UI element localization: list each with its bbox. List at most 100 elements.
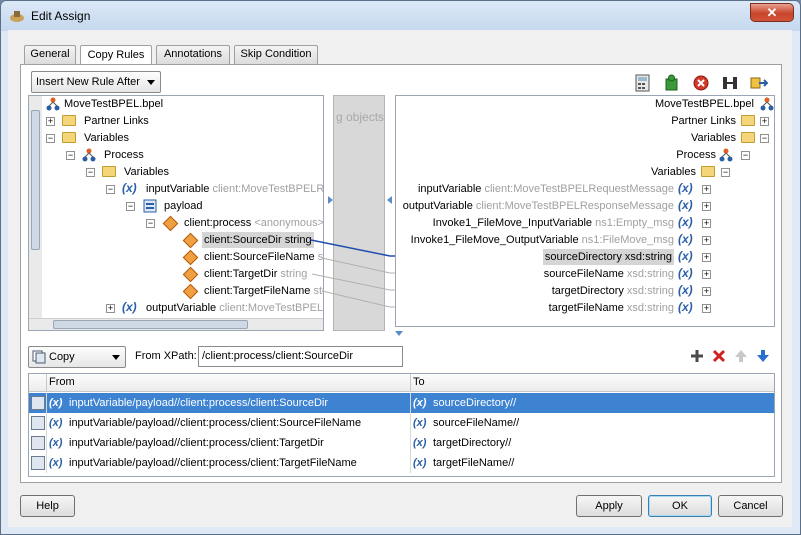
src-process[interactable]: Process (104, 147, 144, 163)
src-variables[interactable]: Variables (84, 130, 129, 146)
copy-operation-select[interactable]: Copy (28, 346, 126, 368)
collapse-icon[interactable]: − (760, 134, 769, 143)
tgt-output-variable[interactable]: outputVariable client:MoveTestBPELRespon… (403, 198, 674, 214)
folder-icon (62, 132, 76, 143)
collapse-icon[interactable]: − (741, 151, 750, 160)
mapping-canvas[interactable]: g objects (328, 95, 392, 331)
connect-icon[interactable] (721, 74, 739, 92)
tab-skip-condition[interactable]: Skip Condition (234, 45, 318, 64)
expand-icon[interactable]: + (702, 219, 711, 228)
src-process-variables[interactable]: Variables (124, 164, 169, 180)
tgt-partner-links[interactable]: Partner Links (671, 113, 736, 129)
table-row[interactable]: (x) inputVariable/payload//client:proces… (29, 433, 774, 453)
source-tree[interactable]: MoveTestBPEL.bpel + Partner Links − Vari… (28, 95, 324, 331)
row-from: inputVariable/payload//client:process/cl… (69, 437, 324, 449)
scroll-thumb[interactable] (31, 110, 40, 250)
move-down-icon[interactable] (755, 348, 771, 364)
puzzle-icon[interactable] (663, 74, 681, 92)
folder-icon (102, 166, 116, 177)
ok-button[interactable]: OK (648, 495, 712, 517)
expand-icon[interactable]: + (46, 117, 55, 126)
src-source-file-name[interactable]: client:SourceFileName str (204, 249, 323, 265)
tgt-input-variable[interactable]: inputVariable client:MoveTestBPELRequest… (418, 181, 674, 197)
src-input-variable[interactable]: inputVariable client:MoveTestBPELRe (146, 181, 323, 197)
src-target-dir[interactable]: client:TargetDir string (204, 266, 307, 282)
expand-icon[interactable]: + (702, 304, 711, 313)
add-icon[interactable] (689, 348, 705, 364)
table-row[interactable]: (x) inputVariable/payload//client:proces… (29, 413, 774, 433)
close-button[interactable]: ✕ (750, 3, 794, 22)
tgt-source-file-name[interactable]: sourceFileName xsd:string (544, 266, 674, 282)
tgt-source-directory[interactable]: sourceDirectory xsd:string (542, 249, 674, 265)
src-partner-links[interactable]: Partner Links (84, 113, 149, 129)
source-tree-hscroll[interactable] (29, 318, 323, 330)
copy-rules-table[interactable]: From To (x) inputVariable/payload//clien… (28, 373, 775, 477)
collapse-icon[interactable]: − (86, 168, 95, 177)
tgt-target-file-name[interactable]: targetFileName xsd:string (549, 300, 674, 316)
window-title: Edit Assign (31, 9, 91, 23)
collapse-icon[interactable]: − (721, 168, 730, 177)
remove-icon[interactable] (711, 348, 727, 364)
calculator-icon[interactable] (634, 74, 652, 92)
variable-icon: (x) (413, 397, 427, 409)
expand-icon[interactable]: + (702, 287, 711, 296)
swap-icon[interactable] (750, 74, 768, 92)
variable-icon: (x) (122, 181, 137, 195)
delete-icon[interactable] (692, 74, 710, 92)
tgt-process[interactable]: Process (676, 147, 716, 163)
element-icon (182, 266, 199, 283)
rule-insert-select[interactable]: Insert New Rule After (31, 71, 161, 93)
expand-icon[interactable]: + (702, 270, 711, 279)
expand-icon[interactable]: + (702, 236, 711, 245)
collapse-down-icon[interactable] (395, 331, 403, 336)
tab-copy-rules[interactable]: Copy Rules (80, 45, 152, 65)
column-from[interactable]: From (49, 376, 75, 388)
tab-general[interactable]: General (24, 45, 76, 64)
element-icon (182, 232, 199, 249)
expand-icon[interactable]: + (702, 185, 711, 194)
folder-icon (741, 132, 755, 143)
target-tree[interactable]: MoveTestBPEL.bpel Partner Links + Variab… (395, 95, 775, 327)
expand-icon[interactable]: + (760, 117, 769, 126)
collapse-icon[interactable]: − (146, 219, 155, 228)
expand-icon[interactable]: + (106, 304, 115, 313)
expand-icon[interactable]: + (702, 253, 711, 262)
scroll-thumb[interactable] (53, 320, 248, 329)
variable-icon: (x) (122, 300, 137, 314)
source-tree-vscroll[interactable] (29, 96, 42, 318)
from-xpath-input[interactable]: /client:process/client:SourceDir (198, 346, 403, 367)
variable-icon: (x) (678, 266, 693, 280)
tgt-root-label[interactable]: MoveTestBPEL.bpel (655, 96, 754, 112)
collapse-icon[interactable]: − (126, 202, 135, 211)
src-root-label[interactable]: MoveTestBPEL.bpel (64, 96, 163, 112)
tgt-invoke-output[interactable]: Invoke1_FileMove_OutputVariable ns1:File… (411, 232, 674, 248)
tgt-target-directory[interactable]: targetDirectory xsd:string (552, 283, 674, 299)
collapse-icon[interactable]: − (106, 185, 115, 194)
column-to[interactable]: To (413, 376, 425, 388)
collapse-icon[interactable]: − (66, 151, 75, 160)
table-row[interactable]: (x) inputVariable/payload//client:proces… (29, 453, 774, 473)
help-button[interactable]: Help (20, 495, 75, 517)
src-source-dir[interactable]: client:SourceDir string (202, 232, 314, 248)
variable-icon: (x) (49, 417, 63, 429)
move-up-icon[interactable] (733, 348, 749, 364)
src-payload[interactable]: payload (164, 198, 203, 214)
variable-icon: (x) (678, 300, 693, 314)
copy-operation-value: Copy (49, 351, 75, 363)
cancel-button[interactable]: Cancel (718, 495, 783, 517)
tgt-invoke-input[interactable]: Invoke1_FileMove_InputVariable ns1:Empty… (433, 215, 674, 231)
src-target-file-name[interactable]: client:TargetFileName str (204, 283, 323, 299)
collapse-left-icon[interactable] (328, 196, 333, 204)
tab-annotations[interactable]: Annotations (156, 45, 230, 64)
collapse-icon[interactable]: − (46, 134, 55, 143)
apply-button[interactable]: Apply (576, 495, 642, 517)
src-output-variable[interactable]: outputVariable client:MoveTestBPELR (146, 300, 323, 316)
src-client-process[interactable]: client:process <anonymous> (184, 215, 323, 231)
tgt-process-variables[interactable]: Variables (651, 164, 696, 180)
tgt-variables[interactable]: Variables (691, 130, 736, 146)
variable-icon: (x) (413, 417, 427, 429)
table-row[interactable]: (x) inputVariable/payload//client:proces… (29, 393, 774, 413)
expand-icon[interactable]: + (702, 202, 711, 211)
variable-icon: (x) (413, 457, 427, 469)
collapse-right-icon[interactable] (387, 196, 392, 204)
